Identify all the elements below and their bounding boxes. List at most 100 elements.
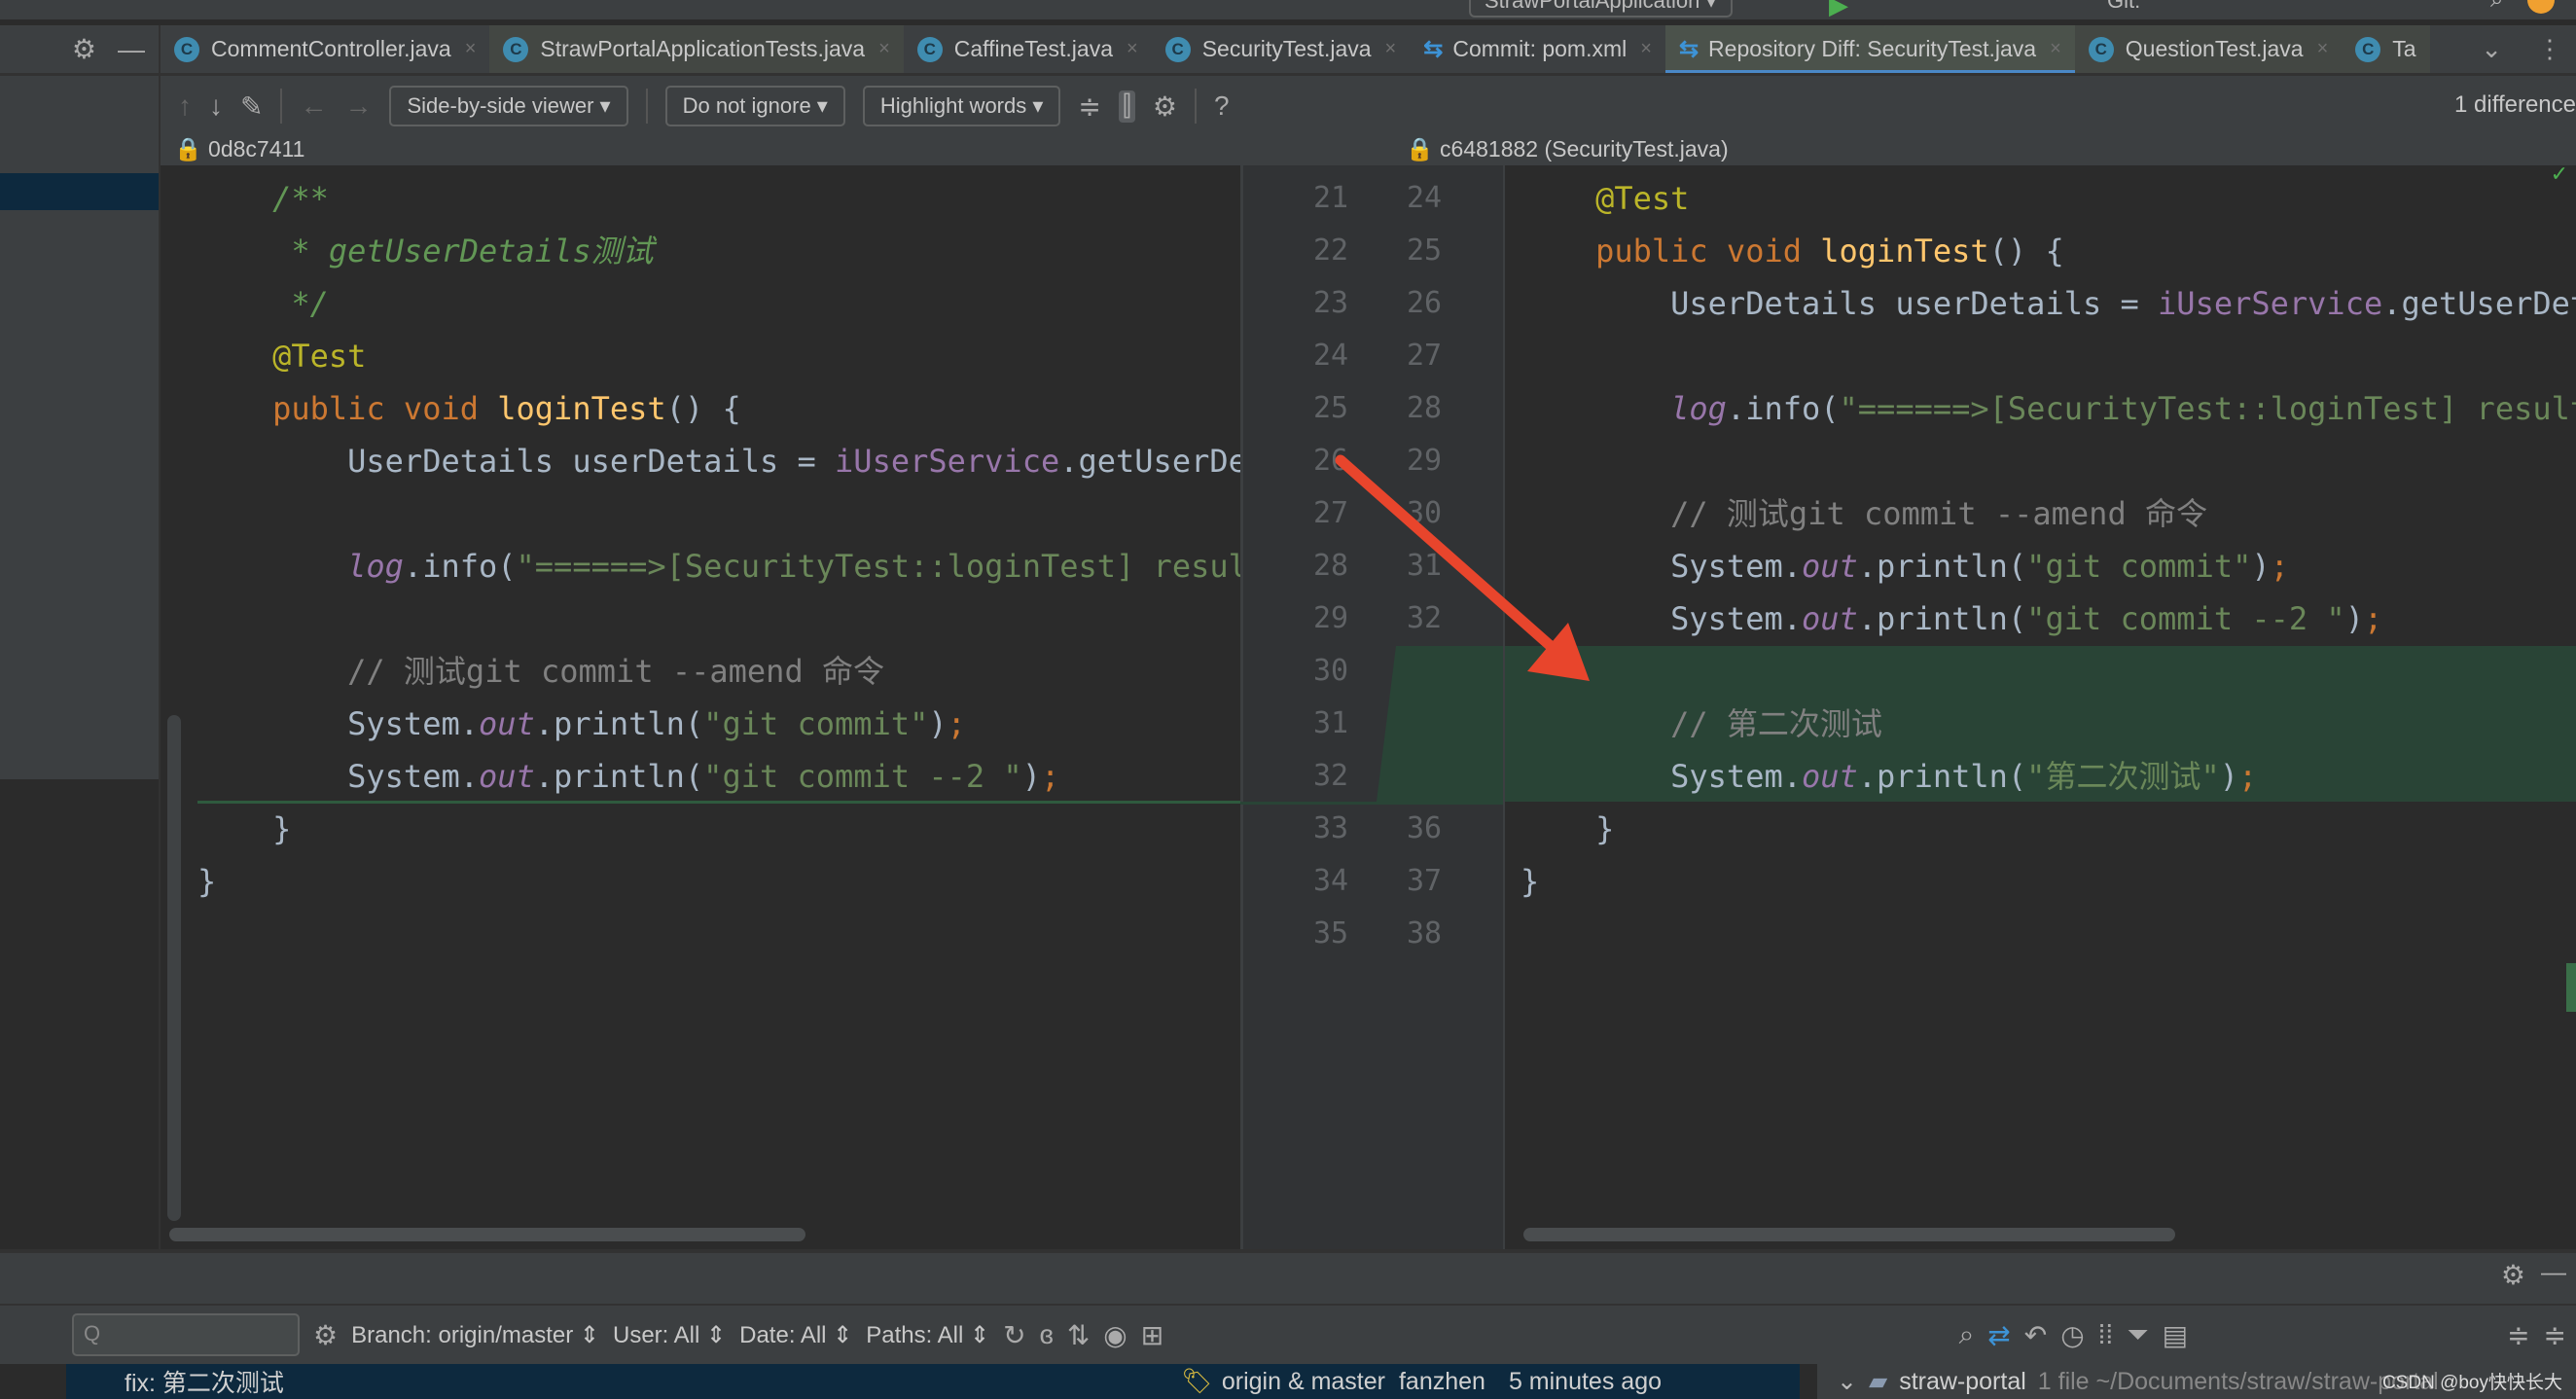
code-token: ; — [2363, 600, 2383, 637]
minimize-icon[interactable]: — — [118, 34, 145, 65]
branch-filter[interactable]: Branch: origin/master ⇕ — [351, 1321, 599, 1349]
tabs: C CommentController.java × C StrawPortalAppl… — [161, 25, 2467, 73]
line-number: 38 — [1407, 916, 1443, 951]
back-icon[interactable]: ← — [300, 90, 327, 122]
tab-4[interactable]: ⇆ Commit: pom.xml × — [1410, 25, 1665, 73]
next-difference-icon[interactable]: ↓ — [209, 90, 223, 122]
code-token: "git commit --2 " — [703, 758, 1022, 795]
run-configuration-selector[interactable]: StrawPortalApplication ▾ — [1469, 0, 1733, 18]
refresh-icon[interactable]: ↻ — [1003, 1319, 1025, 1351]
close-icon[interactable]: × — [1385, 38, 1397, 60]
code-token: () { — [1988, 233, 2064, 269]
code-token: } — [1521, 810, 1615, 847]
code-token: iUserService — [2158, 285, 2383, 322]
ignore-dropdown[interactable]: Do not ignore ▾ — [664, 86, 845, 126]
date-filter[interactable]: Date: All ⇕ — [739, 1321, 852, 1349]
group-icon[interactable]: ⁞⁞ — [2098, 1319, 2114, 1350]
forward-icon[interactable]: → — [344, 90, 372, 122]
check-icon: ✓ — [2550, 165, 2568, 186]
code-token: .println( — [534, 705, 704, 742]
close-icon[interactable]: × — [2050, 38, 2061, 60]
settings-icon[interactable]: ⚙ — [1153, 90, 1177, 123]
search-icon[interactable]: ⌕ — [1959, 1319, 1975, 1351]
eye-icon[interactable]: ◉ — [1103, 1319, 1127, 1351]
search-icon[interactable]: ⌕ — [2490, 0, 2503, 14]
commit-refs: origin & master — [1221, 1367, 1385, 1395]
close-icon[interactable]: × — [2317, 38, 2329, 60]
code-line: // 测试git commit --amend 命令 — [1521, 487, 2207, 540]
previous-difference-icon[interactable]: ↑ — [178, 90, 192, 122]
main-toolbar: StrawPortalApplication ▾ ▶ Git: ⌕ — [0, 0, 2576, 23]
viewer-dropdown[interactable]: Side-by-side viewer ▾ — [389, 86, 628, 126]
right-horizontal-scrollbar[interactable] — [1523, 1228, 2175, 1241]
diff-icon: ⇆ — [1423, 36, 1444, 62]
left-editor[interactable]: ✓ /** * getUserDetails测试 */ @Test public… — [161, 165, 1240, 1249]
revert-icon[interactable]: ↶ — [2024, 1319, 2047, 1351]
tab-0[interactable]: C CommentController.java × — [161, 25, 490, 73]
settings-icon[interactable]: ⚙ — [313, 1319, 338, 1351]
more-icon[interactable]: ⋮ — [2537, 34, 2562, 64]
filter-icon[interactable]: ⏷ — [2127, 1319, 2148, 1351]
highlight-dropdown[interactable]: Highlight words ▾ — [862, 86, 1061, 126]
gear-icon[interactable]: ⚙ — [2501, 1259, 2525, 1291]
collapse-all-icon[interactable]: ≑ — [2544, 1319, 2566, 1351]
code-token: "git commit --2 " — [2026, 600, 2345, 637]
viewer-label: Side-by-side viewer — [407, 93, 594, 118]
right-editor[interactable]: ✓ @Test public void loginTest() { UserDe… — [1503, 165, 2576, 1249]
minimize-icon[interactable]: — — [2541, 1257, 2566, 1287]
sync-scroll-icon[interactable]: ⫿ — [1118, 90, 1135, 123]
code-token: ; — [2270, 548, 2289, 585]
close-icon[interactable]: × — [1127, 38, 1138, 60]
sort-icon[interactable]: ⇅ — [1067, 1319, 1090, 1351]
code-token: public void — [1521, 233, 1821, 269]
code-token: @Test — [197, 338, 367, 375]
collapse-unchanged-icon[interactable]: ≑ — [1078, 90, 1100, 123]
help-button[interactable]: ? — [1214, 90, 1230, 122]
code-token: ) — [2251, 548, 2271, 585]
update-icon[interactable] — [2527, 0, 2555, 14]
tab-label: CaffineTest.java — [953, 36, 1113, 61]
code-line: // 第二次测试 — [1521, 698, 1882, 750]
history-icon[interactable]: ◷ — [2060, 1319, 2084, 1351]
difference-count: 1 difference — [2454, 91, 2576, 118]
paths-filter[interactable]: Paths: All ⇕ — [866, 1321, 989, 1349]
new-tab-icon[interactable]: ⊞ — [1141, 1319, 1163, 1351]
run-icon[interactable]: ▶ — [1829, 0, 1848, 19]
user-filter[interactable]: User: All ⇕ — [613, 1321, 726, 1349]
left-horizontal-scrollbar[interactable] — [169, 1228, 805, 1241]
tab-2[interactable]: C CaffineTest.java × — [903, 25, 1152, 73]
commit-row[interactable]: fix: 第二次测试 🏷 origin & master fanzhen 5 m… — [66, 1364, 1800, 1399]
tab-5[interactable]: ⇆ Repository Diff: SecurityTest.java × — [1664, 25, 2075, 73]
code-token: ; — [1040, 758, 1060, 795]
right-revision: c6481882 (SecurityTest.java) — [1440, 136, 1729, 161]
tab-6[interactable]: C QuestionTest.java × — [2074, 25, 2343, 73]
layout-icon[interactable]: ▤ — [2163, 1319, 2188, 1351]
close-icon[interactable]: × — [465, 38, 477, 60]
chevron-down-icon[interactable]: ⌄ — [2481, 34, 2502, 64]
code-line: UserDetails userDetails = iUserService.g… — [1521, 277, 2576, 330]
code-token: "git commit" — [703, 705, 929, 742]
highlight-label: Highlight words — [879, 93, 1027, 118]
vertical-scrollbar[interactable] — [167, 715, 181, 1221]
code-token: public void — [197, 390, 498, 427]
watermark: CSDN @boy快快长大 — [2381, 1373, 2562, 1393]
gear-icon[interactable]: ⚙ — [72, 33, 96, 65]
diff-icon[interactable]: ⇄ — [1987, 1319, 2010, 1351]
chevron-down-icon[interactable]: ⌄ — [1837, 1367, 1857, 1396]
edit-icon[interactable]: ✎ — [240, 90, 263, 123]
tab-3[interactable]: C SecurityTest.java × — [1151, 25, 1411, 73]
cherry-pick-icon[interactable]: ɞ — [1040, 1319, 1054, 1350]
tab-7[interactable]: C Ta — [2342, 25, 2430, 73]
code-token: loginTest — [1820, 233, 1989, 269]
code-token: iUserService — [835, 443, 1060, 480]
code-token: System. — [197, 705, 479, 742]
search-input[interactable]: Q — [72, 1313, 300, 1356]
close-icon[interactable]: × — [878, 38, 890, 60]
code-token: System. — [197, 758, 479, 795]
close-icon[interactable]: × — [1640, 38, 1652, 60]
tab-1[interactable]: C StrawPortalApplicationTests.java × — [489, 25, 904, 73]
code-token: "======>[SecurityTest::loginTest] result — [516, 548, 1240, 585]
expand-all-icon[interactable]: ≑ — [2507, 1319, 2529, 1351]
code-token: */ — [197, 285, 329, 322]
